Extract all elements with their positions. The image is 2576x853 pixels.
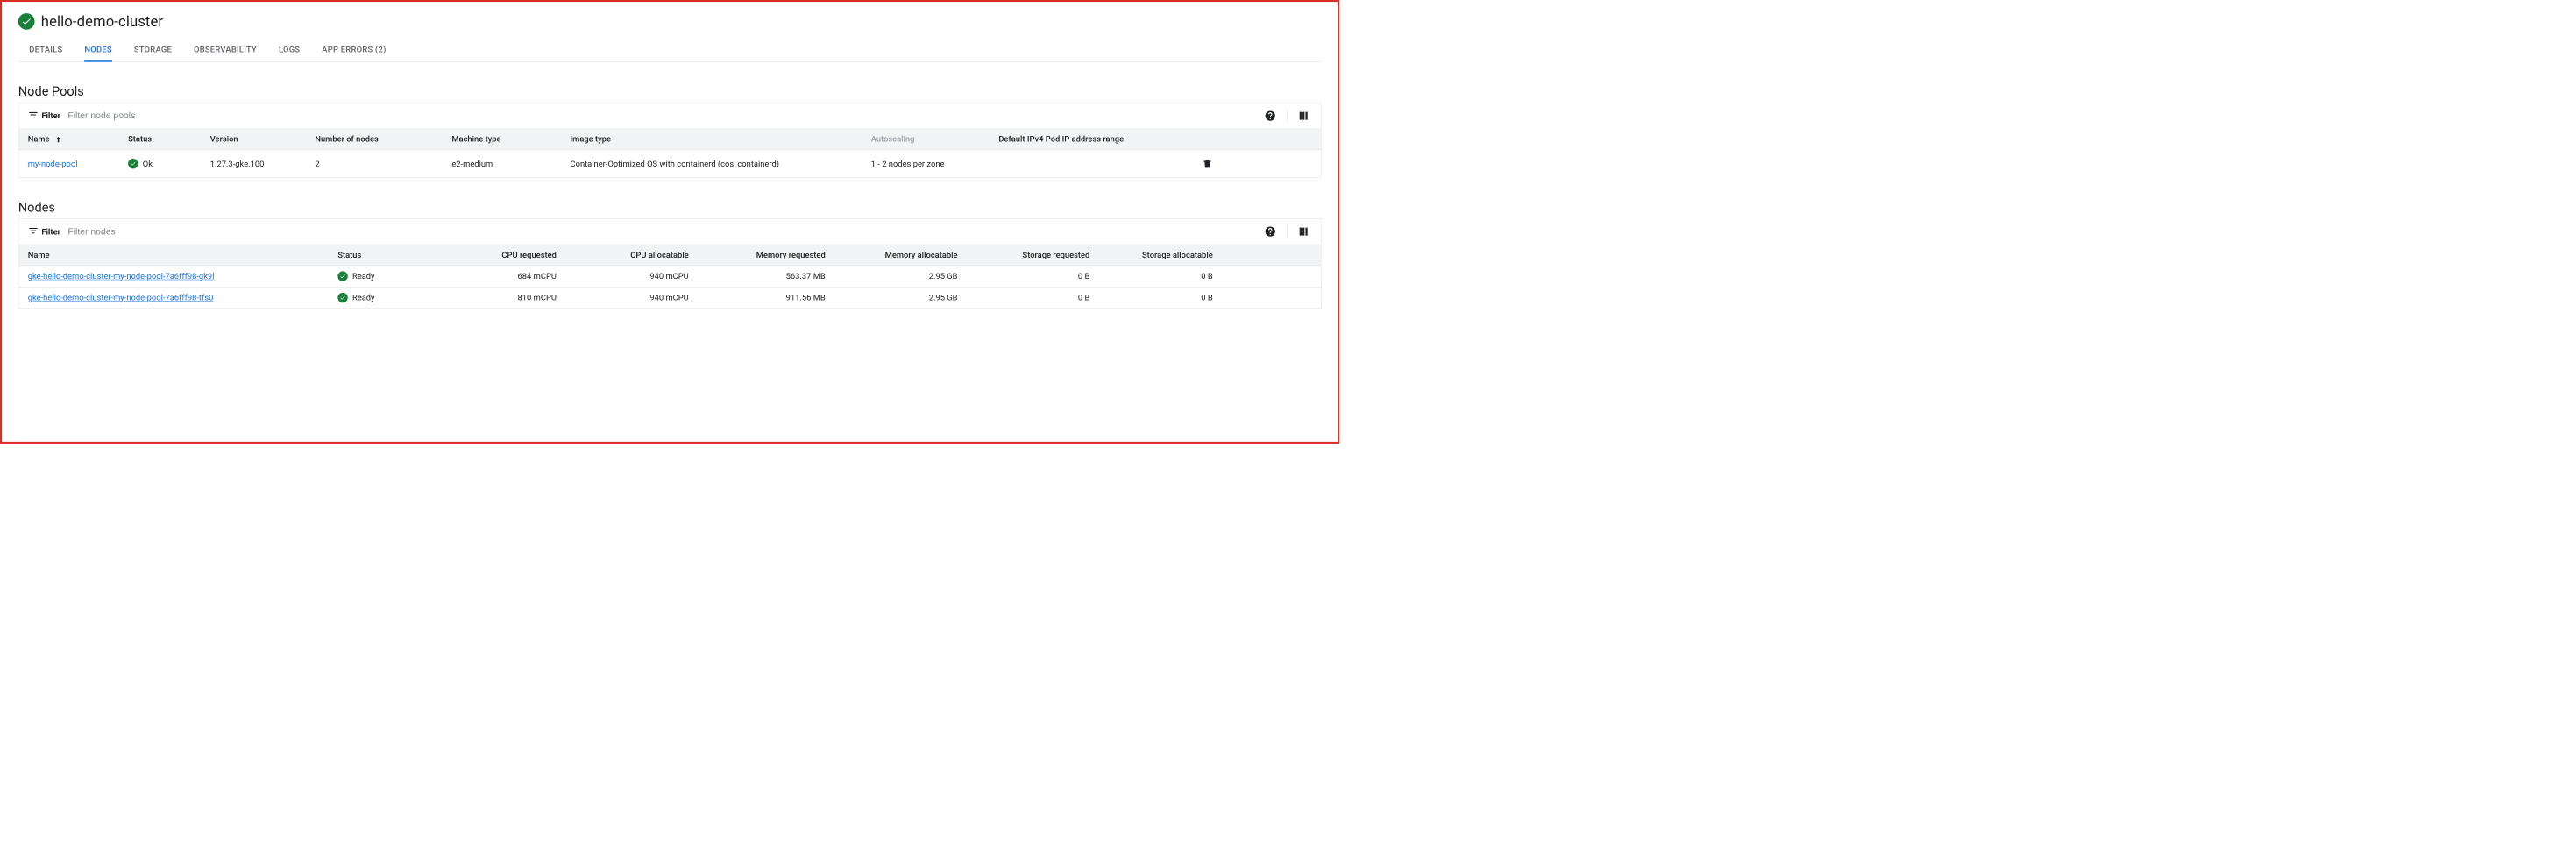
node-pools-filter-input[interactable] — [67, 110, 1262, 122]
nodes-table-header: Name Status CPU requested CPU allocatabl… — [18, 245, 1321, 266]
status-ok-icon — [128, 159, 138, 168]
cpu-alloc-cell: 940 mCPU — [557, 272, 689, 281]
node-link[interactable]: gke-hello-demo-cluster-my-node-pool-7a6f… — [28, 293, 214, 302]
node-link[interactable]: gke-hello-demo-cluster-my-node-pool-7a6f… — [28, 272, 215, 281]
divider — [1287, 224, 1288, 239]
nodes-cell: 2 — [315, 159, 451, 168]
sort-asc-icon — [52, 134, 62, 144]
columns-button[interactable] — [1295, 224, 1312, 240]
filter-label: Filter — [41, 227, 60, 237]
col-name[interactable]: Name — [28, 134, 128, 144]
tab-logs[interactable]: LOGS — [279, 39, 300, 62]
autoscaling-cell: 1 - 2 nodes per zone — [871, 159, 962, 168]
tab-observability[interactable]: OBSERVABILITY — [194, 39, 257, 62]
col-autoscaling[interactable]: Autoscaling — [871, 134, 999, 144]
status-text: Ok — [143, 159, 153, 168]
status-cell: Ok — [128, 159, 210, 168]
col-memory-requested[interactable]: Memory requested — [689, 250, 826, 259]
col-storage-requested[interactable]: Storage requested — [958, 250, 1090, 259]
stor-alloc-cell: 0 B — [1089, 293, 1212, 302]
nodes-filter-input[interactable] — [67, 226, 1262, 238]
col-cpu-requested[interactable]: CPU requested — [424, 250, 557, 259]
mem-req-cell: 911.56 MB — [689, 293, 826, 302]
col-image-type[interactable]: Image type — [571, 134, 871, 144]
columns-button[interactable] — [1295, 108, 1312, 124]
col-version[interactable]: Version — [210, 134, 316, 144]
col-status[interactable]: Status — [128, 134, 210, 144]
status-ok-icon — [337, 271, 347, 281]
mem-alloc-cell: 2.95 GB — [826, 272, 958, 281]
status-ok-icon — [18, 13, 35, 30]
table-row: gke-hello-demo-cluster-my-node-pool-7a6f… — [18, 288, 1321, 309]
delete-button[interactable] — [1199, 155, 1216, 172]
cpu-req-cell: 684 mCPU — [424, 272, 557, 281]
mem-alloc-cell: 2.95 GB — [826, 293, 958, 302]
col-pod-range[interactable]: Default IPv4 Pod IP address range — [998, 134, 1199, 144]
tab-app-errors[interactable]: APP ERRORS (2) — [322, 39, 386, 62]
col-node-count[interactable]: Number of nodes — [315, 134, 451, 144]
filter-icon — [28, 110, 39, 123]
stor-alloc-cell: 0 B — [1089, 272, 1212, 281]
status-cell: Ready — [337, 293, 424, 302]
node-pools-panel: Filter Name Status Version Number of nod… — [18, 103, 1322, 178]
machine-cell: e2-medium — [451, 159, 570, 168]
tab-storage[interactable]: STORAGE — [134, 39, 172, 62]
node-pools-heading: Node Pools — [18, 84, 1322, 99]
col-status[interactable]: Status — [337, 250, 424, 259]
table-row: my-node-pool Ok 1.27.3-gke.100 2 e2-medi… — [18, 150, 1321, 177]
status-text: Ready — [352, 293, 375, 302]
cpu-req-cell: 810 mCPU — [424, 293, 557, 302]
nodes-heading: Nodes — [18, 200, 1322, 215]
tab-details[interactable]: DETAILS — [29, 39, 62, 62]
nodes-panel: Filter Name Status CPU requested CPU all… — [18, 218, 1322, 309]
mem-req-cell: 563.37 MB — [689, 272, 826, 281]
node-pools-table-header: Name Status Version Number of nodes Mach… — [18, 129, 1321, 150]
node-pools-filter-row: Filter — [18, 103, 1321, 130]
status-cell: Ready — [337, 271, 424, 281]
filter-label: Filter — [41, 111, 60, 121]
tab-bar: DETAILS NODES STORAGE OBSERVABILITY LOGS… — [18, 39, 1322, 62]
table-row: gke-hello-demo-cluster-my-node-pool-7a6f… — [18, 266, 1321, 287]
help-button[interactable] — [1262, 108, 1279, 124]
page-header: hello-demo-cluster — [18, 13, 1322, 31]
stor-req-cell: 0 B — [958, 293, 1090, 302]
version-cell: 1.27.3-gke.100 — [210, 159, 265, 168]
stor-req-cell: 0 B — [958, 272, 1090, 281]
help-button[interactable] — [1262, 224, 1279, 240]
col-cpu-allocatable[interactable]: CPU allocatable — [557, 250, 689, 259]
filter-icon — [28, 225, 39, 238]
status-text: Ready — [352, 272, 375, 281]
col-storage-allocatable[interactable]: Storage allocatable — [1089, 250, 1212, 259]
image-cell: Container-Optimized OS with containerd (… — [571, 159, 807, 168]
divider — [1287, 109, 1288, 124]
page-title: hello-demo-cluster — [41, 13, 163, 31]
col-name[interactable]: Name — [28, 250, 338, 259]
status-ok-icon — [337, 293, 347, 302]
col-memory-allocatable[interactable]: Memory allocatable — [826, 250, 958, 259]
col-machine-type[interactable]: Machine type — [451, 134, 570, 144]
tab-nodes[interactable]: NODES — [84, 39, 111, 62]
node-pool-link[interactable]: my-node-pool — [28, 159, 78, 168]
cpu-alloc-cell: 940 mCPU — [557, 293, 689, 302]
nodes-filter-row: Filter — [18, 219, 1321, 245]
